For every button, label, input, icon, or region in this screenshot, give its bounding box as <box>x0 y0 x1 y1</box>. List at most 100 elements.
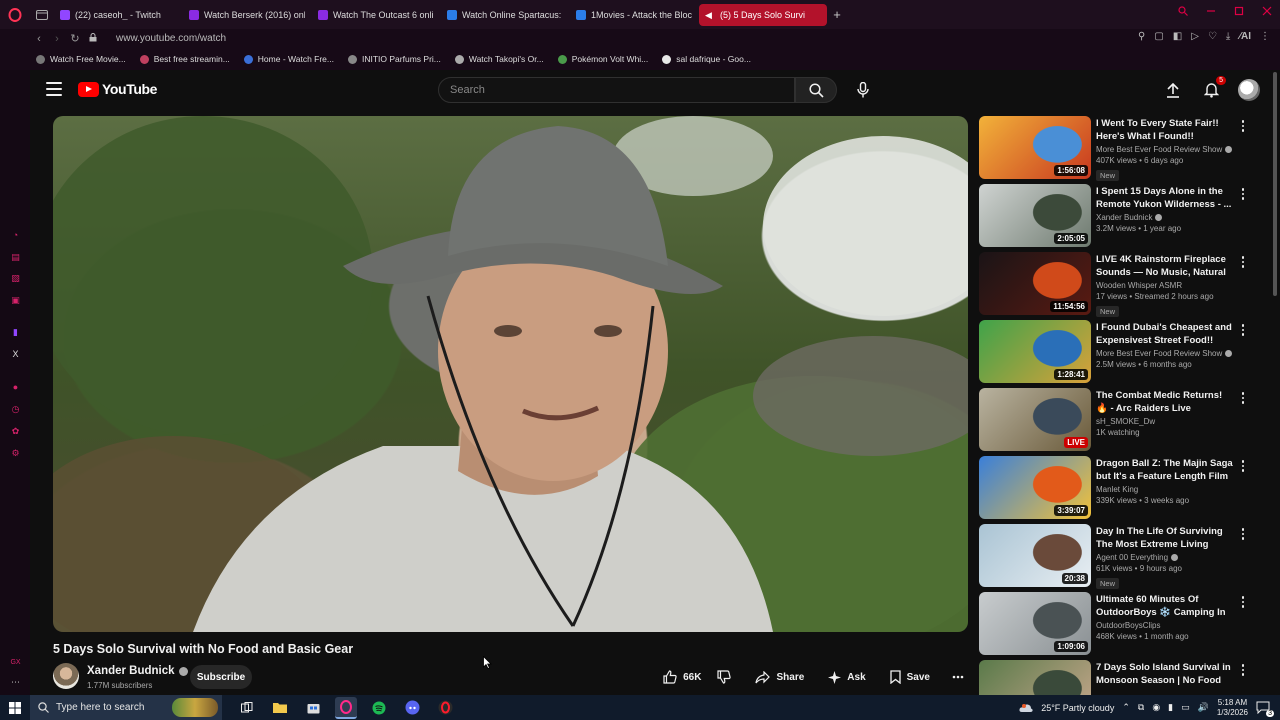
weather-icon[interactable] <box>1019 702 1033 714</box>
recommendation-title[interactable]: Dragon Ball Z: The Majin Saga but It's a… <box>1096 457 1234 483</box>
spotify-icon[interactable]: ● <box>10 382 21 393</box>
gx-icon[interactable]: GX <box>10 657 21 668</box>
browser-tab[interactable]: Watch Online Spartacus: I <box>441 4 569 26</box>
recommendation-thumbnail[interactable]: 1:56:08 <box>979 116 1091 179</box>
extension-icon[interactable]: ◧ <box>1173 31 1182 42</box>
more-vertical-icon[interactable] <box>1239 458 1247 474</box>
browser-tab[interactable]: Watch Berserk (2016) onli <box>183 4 311 26</box>
recommendation-item[interactable]: LIVE The Combat Medic Returns! 🔥 - Arc Ra… <box>979 388 1252 456</box>
recommendation-thumbnail[interactable]: 3:39:07 <box>979 456 1091 519</box>
browser-tab[interactable]: ◀ (5) 5 Days Solo Survi <box>699 3 827 26</box>
player-icon[interactable]: ▷ <box>1191 31 1199 42</box>
volume-icon[interactable]: 🔊 <box>1198 702 1209 713</box>
settings-icon[interactable]: ⚙ <box>10 448 21 459</box>
more-vertical-icon[interactable] <box>1239 662 1247 678</box>
like-button[interactable]: 66K <box>655 665 709 689</box>
recommendation-channel[interactable]: OutdoorBoysClips <box>1096 621 1160 630</box>
recommendation-title[interactable]: The Combat Medic Returns! 🔥 - Arc Raider… <box>1096 389 1234 415</box>
recommendation-item[interactable]: 1:28:41 I Found Dubai's Cheapest and Expe… <box>979 320 1252 388</box>
youtube-logo[interactable]: YouTube <box>78 81 157 97</box>
microphone-tray-icon[interactable]: ▮ <box>1168 702 1173 713</box>
recommendation-item[interactable]: 11:54:56 LIVE 4K Rainstorm Fireplace Soun… <box>979 252 1252 320</box>
recommendation-channel[interactable]: sH_SMOKE_Dw <box>1096 417 1155 426</box>
download-icon[interactable]: ⤓ <box>1226 31 1230 42</box>
recommendation-channel[interactable]: Manlet King <box>1096 485 1138 494</box>
back-icon[interactable]: ‹ <box>30 33 48 45</box>
recommendation-channel[interactable]: Agent 00 Everything <box>1096 553 1168 562</box>
bookmark-item[interactable]: Home - Watch Fre... <box>243 54 334 64</box>
channel-name-wrap[interactable]: Xander Budnick <box>87 665 188 677</box>
search-input[interactable] <box>439 78 794 102</box>
bookmark-item[interactable]: Watch Takopi's Or... <box>454 54 544 64</box>
url-field[interactable]: www.youtube.com/watch <box>116 33 226 44</box>
recommendation-thumbnail[interactable]: 2:05:05 <box>979 184 1091 247</box>
more-menu-icon[interactable]: ⋮ <box>1260 31 1270 42</box>
more-vertical-icon[interactable] <box>1239 594 1247 610</box>
bookmark-item[interactable]: Pokémon Volt Whi... <box>557 54 648 64</box>
recommendation-title[interactable]: LIVE 4K Rainstorm Fireplace Sounds — No … <box>1096 253 1234 279</box>
recommendation-channel[interactable]: Wooden Whisper ASMR <box>1096 281 1182 290</box>
bookmark-item[interactable]: Watch Free Movie... <box>36 54 126 64</box>
recommendation-thumbnail[interactable]: 11:54:56 <box>979 252 1091 315</box>
clock[interactable]: 5:18 AM 1/3/2026 <box>1217 698 1248 718</box>
store-icon[interactable] <box>302 697 324 719</box>
channel-name[interactable]: Xander Budnick <box>87 665 175 677</box>
recommendation-item[interactable]: 20:38 Day In The Life Of Surviving The Mo… <box>979 524 1252 592</box>
notification-center-icon[interactable]: 3 <box>1256 701 1274 717</box>
browser-tab[interactable]: 1Movies - Attack the Block <box>570 4 698 26</box>
start-button[interactable] <box>0 695 30 720</box>
messenger-icon[interactable]: ▣ <box>10 295 21 306</box>
recommendation-thumbnail[interactable]: 1:28:41 <box>979 320 1091 383</box>
clock-icon[interactable]: ◷ <box>10 404 21 415</box>
voice-search-button[interactable] <box>852 79 874 101</box>
more-vertical-icon[interactable] <box>1239 322 1247 338</box>
recommendation-item[interactable]: 7 Days Solo Island Survival in Monsoon S… <box>979 660 1252 695</box>
ai-sidebar-icon[interactable]: ▧ <box>10 273 21 284</box>
browser-tab[interactable]: (22) caseoh_ - Twitch <box>54 4 182 26</box>
subscribe-button[interactable]: Subscribe <box>190 665 252 689</box>
task-view-icon[interactable] <box>236 697 258 719</box>
recommendation-item[interactable]: 3:39:07 Dragon Ball Z: The Majin Saga but… <box>979 456 1252 524</box>
maximize-icon[interactable] <box>1234 6 1244 16</box>
spotify-taskbar-icon[interactable] <box>368 697 390 719</box>
network-icon[interactable]: ▭ <box>1181 702 1190 713</box>
account-avatar[interactable] <box>1237 78 1261 102</box>
bookmark-item[interactable]: INITIO Parfums Pri... <box>348 54 441 64</box>
recommendation-thumbnail[interactable]: LIVE <box>979 388 1091 451</box>
new-tab-button[interactable]: + <box>828 7 846 22</box>
weather-text[interactable]: 25°F Partly cloudy <box>1041 703 1114 713</box>
sidebar-more-icon[interactable]: ⋯ <box>10 677 21 688</box>
notifications-button[interactable]: 5 <box>1199 76 1226 102</box>
history-icon[interactable]: ◔ <box>10 230 21 241</box>
menu-icon[interactable] <box>46 82 62 96</box>
reload-icon[interactable]: ↻ <box>66 32 84 45</box>
search-tabs-icon[interactable] <box>1178 6 1188 16</box>
opera-taskbar-icon[interactable] <box>434 697 456 719</box>
file-explorer-icon[interactable] <box>269 697 291 719</box>
save-button[interactable]: Save <box>882 665 938 689</box>
taskbar-search[interactable]: Type here to search <box>30 695 222 720</box>
recommendation-channel[interactable]: More Best Ever Food Review Show <box>1096 349 1222 358</box>
channel-avatar[interactable] <box>53 663 79 689</box>
ask-button[interactable]: Ask <box>820 665 873 689</box>
more-vertical-icon[interactable] <box>1239 118 1247 134</box>
opera-gx-taskbar-icon[interactable] <box>335 696 357 719</box>
recommendation-title[interactable]: 7 Days Solo Island Survival in Monsoon S… <box>1096 661 1234 687</box>
twitch-icon[interactable]: ▮ <box>10 327 21 338</box>
more-vertical-icon[interactable] <box>1239 526 1247 542</box>
dislike-button[interactable] <box>709 665 739 689</box>
video-player[interactable] <box>53 116 968 632</box>
bookmark-item[interactable]: Best free streamin... <box>139 54 230 64</box>
snapshot-icon[interactable]: ▢ <box>1154 31 1163 42</box>
more-vertical-icon[interactable] <box>1239 390 1247 406</box>
tab-menu-icon[interactable] <box>30 9 54 20</box>
recommendation-title[interactable]: I Went To Every State Fair!! Here's What… <box>1096 117 1234 143</box>
recommendation-title[interactable]: Day In The Life Of Surviving The Most Ex… <box>1096 525 1234 551</box>
recommendation-item[interactable]: 1:56:08 I Went To Every State Fair!! Here… <box>979 116 1252 184</box>
minimize-icon[interactable] <box>1206 6 1216 16</box>
x-icon[interactable]: X <box>10 349 21 360</box>
recommendation-thumbnail[interactable]: 1:09:06 <box>979 592 1091 655</box>
pin-icon[interactable]: ⚲ <box>1138 31 1145 42</box>
discord-taskbar-icon[interactable] <box>401 697 423 719</box>
recommendation-title[interactable]: I Spent 15 Days Alone in the Remote Yuko… <box>1096 185 1234 211</box>
